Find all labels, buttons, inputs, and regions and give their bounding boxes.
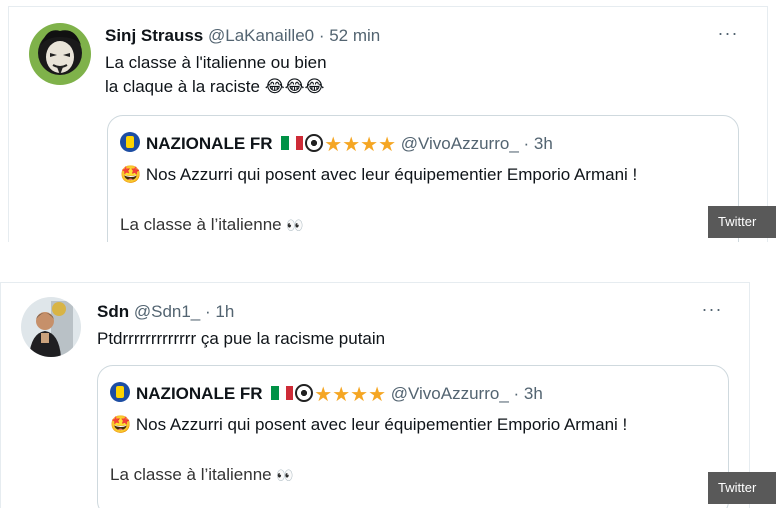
- quoted-text-line: La classe à l’italienne 👀: [120, 214, 304, 236]
- twitter-watermark: Twitter: [708, 206, 776, 238]
- laughing-emoji-icon: 😂😂😂: [264, 77, 325, 96]
- author-handle[interactable]: @Sdn1_: [134, 302, 200, 321]
- separator-dot: ·: [518, 134, 534, 153]
- quoted-author-handle: @VivoAzzurro_: [400, 134, 519, 153]
- quoted-text-line: 🤩 Nos Azzurri qui posent avec leur équip…: [110, 414, 627, 436]
- tweet-card[interactable]: Sdn @Sdn1_ · 1h ··· Ptdrrrrrrrrrrrrr ça …: [0, 282, 750, 508]
- quoted-timestamp: 3h: [523, 384, 543, 403]
- eyes-emoji-icon: 👀: [276, 467, 293, 483]
- eyes-emoji-icon: 👀: [286, 217, 303, 233]
- italy-flag-icon: [271, 384, 294, 400]
- quoted-tweet[interactable]: NAZIONALE FR ★★★★ @VivoAzzurro_ · 3h 🤩 N…: [97, 365, 729, 508]
- quoted-tweet-header: NAZIONALE FR ★★★★ @VivoAzzurro_ · 3h: [120, 132, 553, 156]
- quoted-text-segment: Nos Azzurri qui posent avec leur équipem…: [135, 415, 628, 434]
- tweet-timestamp[interactable]: 52 min: [329, 26, 380, 45]
- avatar[interactable]: [21, 297, 81, 357]
- tweet-text-segment: la claque à la raciste: [105, 77, 260, 96]
- tweet-text-line: Ptdrrrrrrrrrrrrr ça pue la racisme putai…: [97, 329, 386, 348]
- tweet-card[interactable]: Sinj Strauss @LaKanaille0 · 52 min ··· L…: [8, 6, 768, 242]
- star-icon: ★★★★: [324, 134, 396, 156]
- quoted-text-line: 🤩 Nos Azzurri qui posent avec leur équip…: [120, 164, 637, 186]
- star-icon: ★★★★: [314, 384, 386, 406]
- star-struck-emoji-icon: 🤩: [110, 415, 132, 434]
- soccer-ball-icon: [305, 134, 324, 152]
- italy-flag-icon: [281, 134, 304, 150]
- tweet-timestamp[interactable]: 1h: [215, 302, 234, 321]
- quoted-text-line: La classe à l’italienne 👀: [110, 464, 294, 486]
- author-name[interactable]: Sdn: [97, 302, 129, 321]
- tweet-text: La classe à l'italienne ou bien la claqu…: [105, 51, 327, 99]
- quoted-text-segment: La classe à l’italienne: [110, 465, 272, 484]
- tweet-header: Sinj Strauss @LaKanaille0 · 52 min: [105, 25, 380, 47]
- author-name[interactable]: Sinj Strauss: [105, 26, 203, 45]
- tweet-text: Ptdrrrrrrrrrrrrr ça pue la racisme putai…: [97, 327, 385, 351]
- more-icon[interactable]: ···: [715, 23, 741, 43]
- separator-dot: ·: [200, 302, 216, 321]
- tweet-text-line: la claque à la raciste 😂😂😂: [105, 75, 327, 99]
- quoted-author-name: NAZIONALE FR: [136, 384, 263, 403]
- quoted-text-segment: Nos Azzurri qui posent avec leur équipem…: [145, 165, 638, 184]
- quoted-tweet[interactable]: NAZIONALE FR ★★★★ @VivoAzzurro_ · 3h 🤩 N…: [107, 115, 739, 242]
- quoted-author-name: NAZIONALE FR: [146, 134, 273, 153]
- twitter-watermark: Twitter: [708, 472, 776, 504]
- separator-dot: ·: [314, 26, 330, 45]
- separator-dot: ·: [508, 384, 524, 403]
- nazionale-logo-icon: [110, 382, 130, 402]
- more-icon[interactable]: ···: [699, 299, 725, 319]
- avatar[interactable]: [29, 23, 91, 85]
- nazionale-logo-icon: [120, 132, 140, 152]
- tweet-header: Sdn @Sdn1_ · 1h: [97, 301, 234, 323]
- author-handle[interactable]: @LaKanaille0: [208, 26, 314, 45]
- quoted-timestamp: 3h: [533, 134, 553, 153]
- quoted-author-handle: @VivoAzzurro_: [390, 384, 509, 403]
- star-struck-emoji-icon: 🤩: [120, 165, 142, 184]
- soccer-ball-icon: [295, 384, 314, 402]
- quoted-tweet-header: NAZIONALE FR ★★★★ @VivoAzzurro_ · 3h: [110, 382, 543, 406]
- quoted-text-segment: La classe à l’italienne: [120, 215, 282, 234]
- tweet-text-line: La classe à l'italienne ou bien: [105, 53, 327, 72]
